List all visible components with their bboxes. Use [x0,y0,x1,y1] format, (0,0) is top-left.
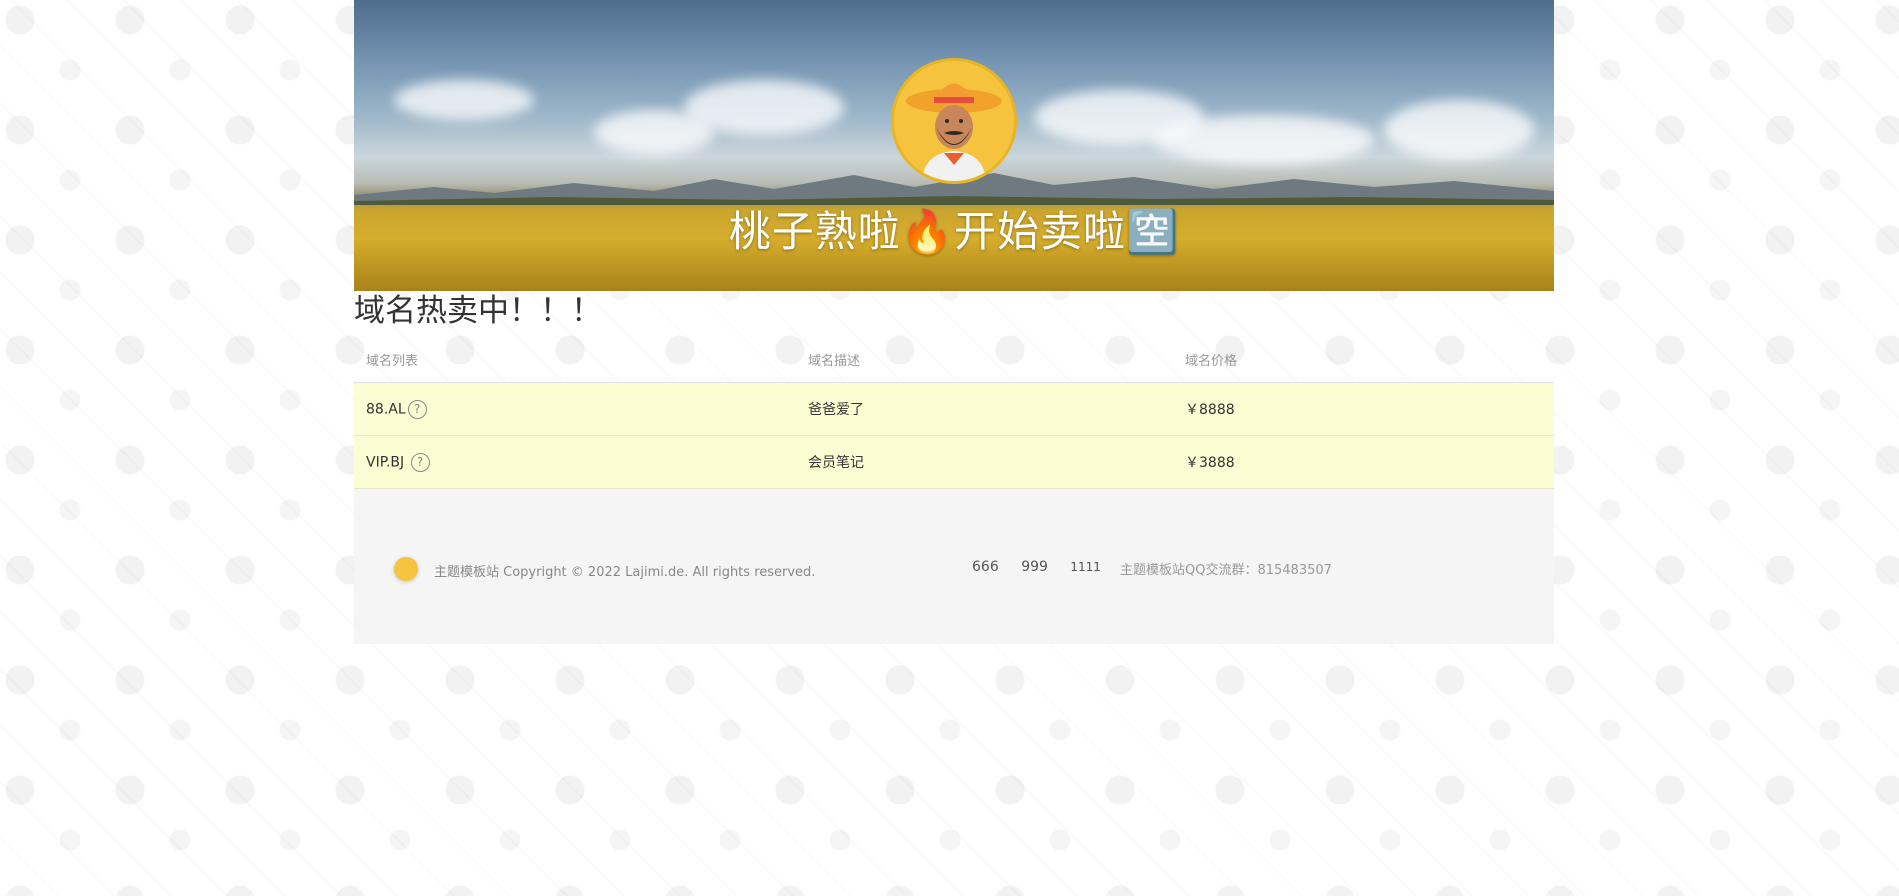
column-header-description: 域名描述 [796,337,1173,383]
price-cell: ￥3888 [1173,435,1554,489]
footer-link-999[interactable]: 999 [1021,559,1048,575]
help-icon[interactable]: ? [410,452,430,472]
column-header-price: 域名价格 [1173,337,1554,383]
footer-qq-group: 主题模板站QQ交流群：815483507 [1120,563,1332,578]
footer-link-1111[interactable]: 1111 [1070,560,1101,574]
cloud-decoration [684,80,844,135]
page-container: 桃子熟啦🔥开始卖啦🈳 域名热卖中！！！ 域名列表 域名描述 域名价格 88.AL… [354,0,1554,644]
hero-title: 桃子熟啦🔥开始卖啦🈳 [728,207,1180,256]
domain-name: 88.AL [366,401,406,417]
domain-name: VIP.BJ [366,454,405,470]
table-row[interactable]: 88.AL? 爸爸爱了 ￥8888 [354,382,1554,436]
cloud-decoration [1384,100,1534,160]
footer-links: 666 999 1111 [972,559,1119,575]
footer-logo [394,557,418,581]
hero-banner: 桃子熟啦🔥开始卖啦🈳 [354,0,1554,291]
cloud-decoration [1154,115,1374,165]
column-header-domain: 域名列表 [354,337,796,383]
avatar [891,58,1017,184]
section-title: 域名热卖中！！！ [354,293,602,329]
domain-cell: VIP.BJ ? [354,435,796,489]
table-header-row: 域名列表 域名描述 域名价格 [354,337,1554,383]
cloud-decoration [394,80,534,120]
table-row[interactable]: VIP.BJ ? 会员笔记 ￥3888 [354,435,1554,489]
mexican-hat-man-icon [894,61,1014,181]
domain-table: 域名列表 域名描述 域名价格 88.AL? 爸爸爱了 ￥8888 VIP.BJ … [354,337,1554,489]
help-icon[interactable]: ? [407,399,427,419]
footer-link-666[interactable]: 666 [972,559,999,575]
description-cell: 爸爸爱了 [796,382,1173,436]
domain-cell: 88.AL? [354,382,796,436]
price-cell: ￥8888 [1173,382,1554,436]
description-cell: 会员笔记 [796,435,1173,489]
footer: 主题模板站 Copyright © 2022 Lajimi.de. All ri… [354,489,1554,644]
footer-copyright: 主题模板站 Copyright © 2022 Lajimi.de. All ri… [434,565,816,580]
